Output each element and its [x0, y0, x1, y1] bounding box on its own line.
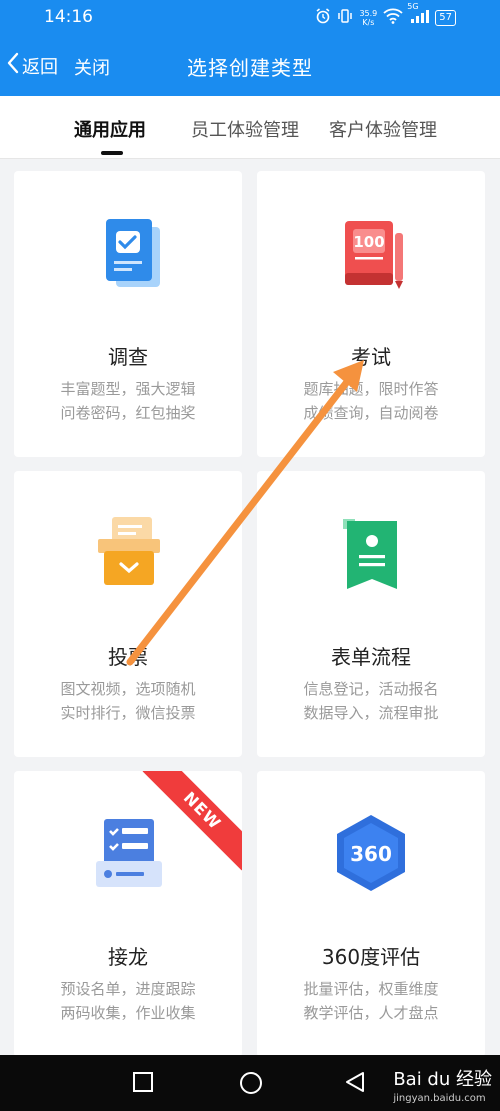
- system-nav-bar: Bai du 经验 jingyan.baidu.com: [0, 1055, 500, 1111]
- card-title: 接龙: [108, 945, 148, 969]
- tab-bar: 通用应用 员工体验管理 客户体验管理: [0, 96, 500, 159]
- card-360-evaluation[interactable]: 360 360度评估 批量评估，权重维度 教学评估，人才盘点: [257, 771, 485, 1057]
- recent-apps-icon[interactable]: [132, 1071, 154, 1097]
- relay-list-icon: [88, 813, 168, 893]
- card-description: 信息登记，活动报名 数据导入，流程审批: [303, 680, 439, 722]
- card-title: 360度评估: [321, 945, 421, 969]
- card-description: 批量评估，权重维度 教学评估，人才盘点: [303, 980, 439, 1022]
- home-icon[interactable]: [239, 1071, 263, 1099]
- tab-customer-experience[interactable]: 客户体验管理: [329, 116, 437, 142]
- card-form-flow[interactable]: 表单流程 信息登记，活动报名 数据导入，流程审批: [257, 471, 485, 757]
- nav-bar: 返回 关闭 选择创建类型: [0, 36, 500, 96]
- wifi-icon: [383, 8, 403, 27]
- signal-icon: 5G: [407, 2, 430, 27]
- active-tab-indicator: [101, 151, 123, 155]
- tab-general-apps[interactable]: 通用应用: [74, 116, 146, 142]
- exam-100-icon: 100: [331, 213, 411, 293]
- card-vote[interactable]: 投票 图文视频，选项随机 实时排行，微信投票: [14, 471, 242, 757]
- card-title: 投票: [108, 645, 148, 669]
- card-title: 表单流程: [331, 645, 411, 669]
- vote-box-icon: [88, 513, 168, 593]
- alarm-icon: [315, 8, 331, 27]
- card-title: 调查: [108, 345, 148, 369]
- watermark: Bai du 经验 jingyan.baidu.com: [393, 1065, 492, 1104]
- status-icons: 35.9 K/s 5G 57: [315, 2, 456, 27]
- card-title: 考试: [351, 345, 391, 369]
- card-description: 预设名单，进度跟踪 两码收集，作业收集: [60, 980, 196, 1022]
- survey-icon: [88, 213, 168, 293]
- status-bar: 14:16 35.9 K/s 5G 57: [0, 0, 500, 36]
- page-title: 选择创建类型: [187, 56, 313, 80]
- net-speed: 35.9 K/s: [359, 8, 378, 27]
- card-description: 图文视频，选项随机 实时排行，微信投票: [60, 680, 196, 722]
- watermark-brand: Bai du 经验: [393, 1069, 492, 1090]
- tab-employee-experience[interactable]: 员工体验管理: [191, 116, 299, 142]
- card-exam[interactable]: 100 考试 题库抽题，限时作答 成绩查询，自动阅卷: [257, 171, 485, 457]
- battery-icon: 57: [435, 9, 456, 26]
- card-relay[interactable]: NEW 接龙 预设名单，进度跟踪 两码收集，作业收集: [14, 771, 242, 1057]
- 360-hexagon-icon: 360: [331, 813, 411, 893]
- card-description: 丰富题型，强大逻辑 问卷密码，红包抽奖: [60, 380, 196, 422]
- form-icon: [331, 513, 411, 593]
- back-triangle-icon[interactable]: [344, 1071, 366, 1097]
- card-survey[interactable]: 调查 丰富题型，强大逻辑 问卷密码，红包抽奖: [14, 171, 242, 457]
- card-description: 题库抽题，限时作答 成绩查询，自动阅卷: [303, 380, 439, 422]
- status-time: 14:16: [44, 7, 93, 27]
- svg-text:100: 100: [353, 233, 384, 251]
- watermark-url: jingyan.baidu.com: [393, 1093, 486, 1104]
- svg-text:360: 360: [350, 842, 392, 866]
- vibrate-icon: [337, 8, 353, 27]
